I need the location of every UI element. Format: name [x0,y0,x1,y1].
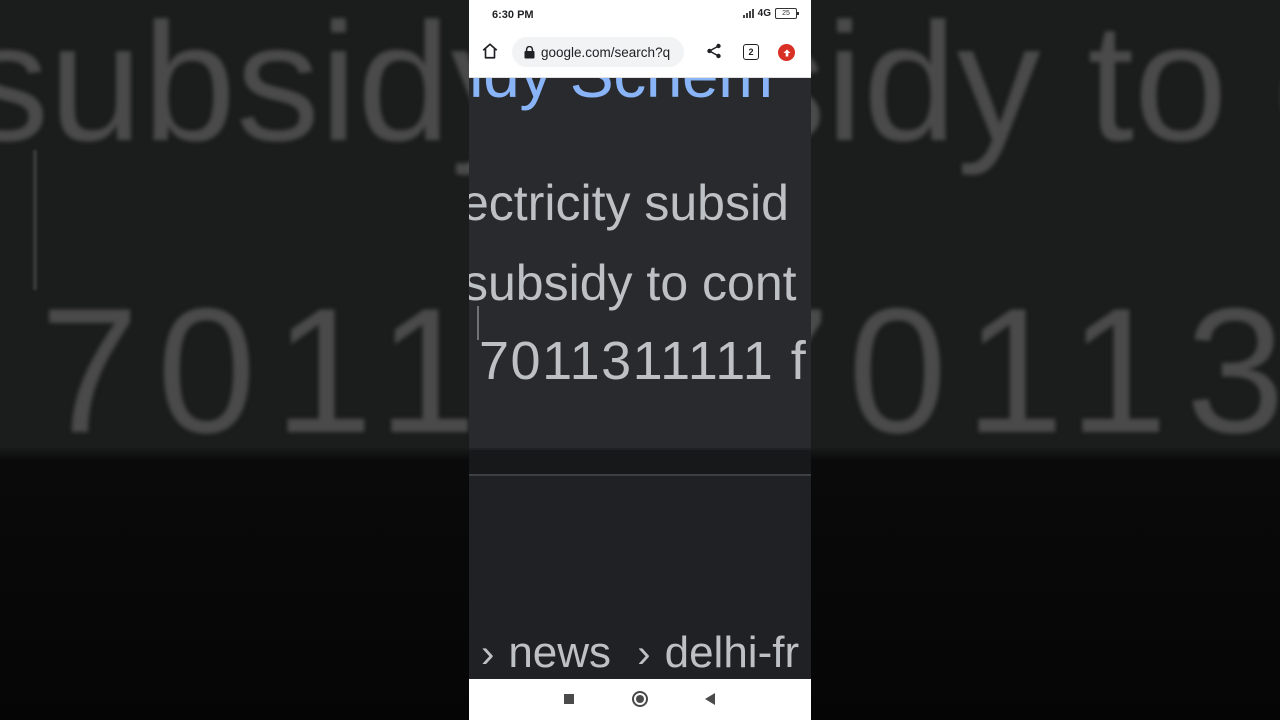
system-navigation-bar [469,679,811,720]
search-result-card: idy Schem ectricity subsid subsidy to co… [469,78,811,448]
backdrop-text-line-1: subsidy to cont [0,0,469,176]
update-menu-icon [783,49,790,56]
blurred-backdrop-right: subsidy to cont 7011311111 f [811,0,1280,720]
home-button[interactable] [479,40,501,62]
home-icon [482,43,498,59]
system-home-button[interactable] [632,691,648,707]
status-time: 6:30 PM [492,9,534,21]
breadcrumb-part-1: news [508,628,612,677]
recents-button[interactable] [564,694,574,704]
result-breadcrumb[interactable]: › news › delhi-fr [481,628,799,678]
result-divider-line [469,474,811,476]
url-text: google.com/search?q [541,44,671,60]
breadcrumb-chevron-icon: › [481,632,495,676]
backdrop-cursor [33,150,37,290]
back-button[interactable] [705,693,715,705]
blurred-backdrop-left: subsidy to cont 7011311111 f [0,0,469,720]
status-bar: 6:30 PM 4G 25 [469,0,811,30]
network-type: 4G [757,8,771,19]
menu-button[interactable] [778,44,795,61]
backdrop-text-line-1: subsidy to cont [811,0,1280,176]
backdrop-text-line-2: 7011311111 f [40,271,469,470]
page-content: idy Schem ectricity subsid subsidy to co… [469,78,811,679]
battery-level: 25 [782,10,790,17]
breadcrumb-chevron-icon: › [637,632,651,676]
result-snippet-line-2: subsidy to cont [469,255,797,311]
signal-icon [742,9,754,18]
result-snippet-line-1: ectricity subsid [469,175,789,231]
status-indicators: 4G 25 [742,8,799,19]
address-bar[interactable]: google.com/search?q [512,37,684,67]
tab-switcher-button[interactable]: 2 [743,44,759,60]
lock-icon [524,45,535,59]
battery-icon: 25 [775,8,799,19]
result-snippet-line-3: 7011311111 f [479,331,808,391]
browser-toolbar: google.com/search?q 2 [469,30,811,78]
result-divider [469,450,811,474]
backdrop-text-line-2: 7011311111 f [811,271,1280,470]
result-title-link[interactable]: idy Schem [469,78,773,112]
tab-count: 2 [748,47,754,57]
share-icon [707,43,721,59]
phone-screen: 6:30 PM 4G 25 google.com/search?q 2 ectr… [469,0,811,720]
breadcrumb-part-2: delhi-fr [664,628,800,677]
share-button[interactable] [704,41,724,61]
screen: subsidy to cont 7011311111 f subsidy to … [0,0,1280,720]
